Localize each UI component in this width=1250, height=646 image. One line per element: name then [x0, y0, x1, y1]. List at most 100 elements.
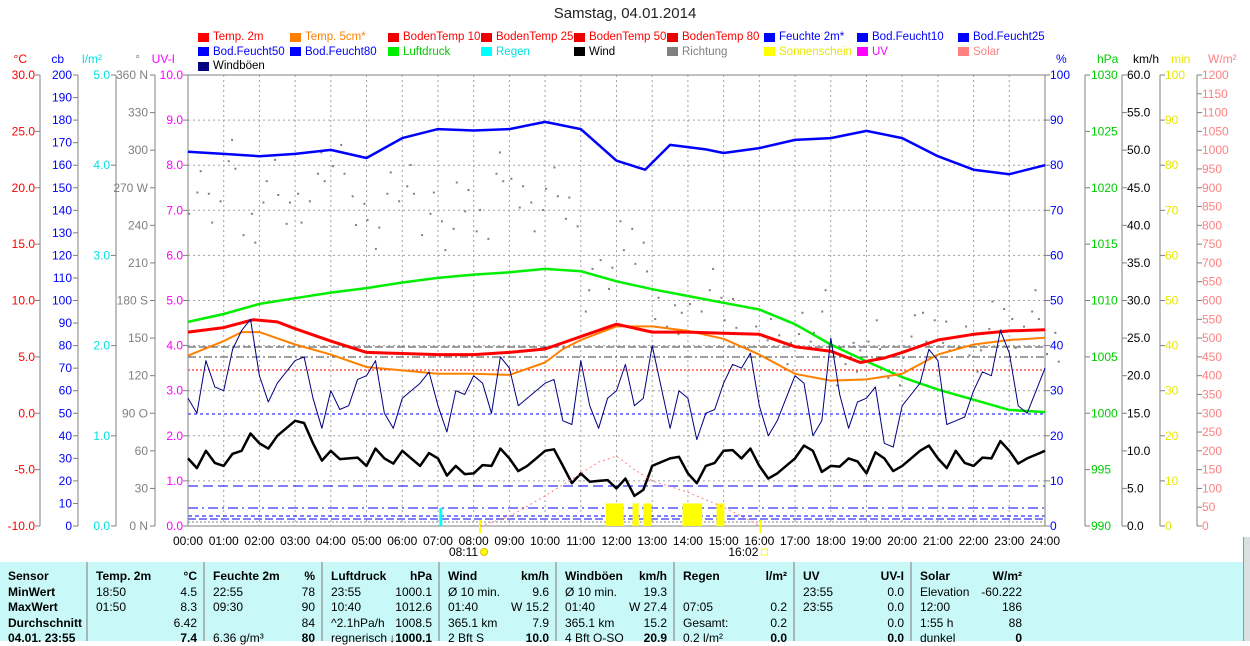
direction-dot — [588, 289, 591, 292]
direction-dot — [708, 289, 711, 292]
x-tick-label: 22:00 — [959, 534, 989, 548]
table-header: Sensor — [0, 569, 86, 584]
axis-label-C: 15.0 — [12, 237, 36, 251]
cell-label: Windböen — [565, 569, 623, 583]
axis-label-min: 0 — [1165, 519, 1172, 533]
direction-dot — [564, 217, 567, 220]
cell-label: ^2.1hPa/h — [331, 615, 385, 630]
cell-value: 7.4 — [180, 631, 197, 645]
axis-title-min: min — [1171, 52, 1190, 66]
direction-dot — [591, 267, 594, 270]
direction-dot — [409, 163, 412, 166]
direction-dot — [968, 354, 971, 357]
axis-label-pct: 50 — [1050, 294, 1064, 308]
legend-swatch — [857, 32, 868, 42]
cell-label: Wind — [448, 569, 478, 583]
table-header: Windböen km/h — [557, 569, 673, 584]
legend-item: BodenTemp 80 — [667, 31, 759, 43]
direction-dot — [933, 319, 936, 322]
table-row: Ø 10 min. 9.6 — [440, 585, 555, 600]
cell-label: Gesamt: — [683, 615, 729, 630]
axis-label-wm2: 200 — [1202, 444, 1222, 458]
axis-label-lm2: 2.0 — [93, 339, 110, 353]
direction-dot — [778, 334, 781, 337]
axis-label-wm2: 1150 — [1202, 87, 1228, 101]
direction-dot — [250, 212, 253, 215]
table-column: Regen l/m² 07:05 0.2 Gesamt: 0.2 0.2 l/m² 0.0 — [675, 562, 795, 645]
table-column: Feuchte 2m% 22:55 78 09:30 90 84 6.36 g/m³ 80 — [205, 562, 323, 645]
direction-dot — [265, 180, 268, 183]
cell-value: W 15.2 — [510, 600, 549, 614]
cell-label: 01:50 — [96, 600, 127, 614]
cell-label: UV — [803, 569, 820, 583]
axis-label-pct: 100 — [1050, 68, 1070, 82]
cell-value: 19.3 — [643, 584, 667, 599]
cell-value: 80 — [301, 631, 315, 645]
direction-dot — [498, 151, 501, 154]
cell-label: 09:30 — [213, 600, 244, 614]
direction-dot — [518, 206, 521, 209]
legend-swatch — [481, 32, 492, 42]
direction-dot — [533, 230, 536, 233]
axis-label-lm2: 3.0 — [93, 248, 110, 262]
table-column: Windböen km/h Ø 10 min. 19.3 01:40 W 27.4 365.… — [557, 562, 675, 645]
table-row: 0.0 — [795, 631, 910, 646]
cell-value: UV-I — [880, 569, 904, 583]
axis-label-wm2: 100 — [1202, 481, 1222, 495]
direction-dot — [723, 319, 726, 322]
legend-swatch — [764, 32, 775, 42]
cell-label: 365.1 km — [565, 615, 615, 630]
axis-label-min: 30 — [1165, 384, 1179, 398]
cell-label: 365.1 km — [448, 615, 498, 630]
legend-label: Luftdruck — [403, 45, 451, 58]
legend-swatch — [857, 47, 868, 56]
table-row: MaxWert — [0, 600, 86, 615]
table-row: 6.36 g/m³ 80 — [205, 631, 321, 646]
statistics-table: Sensor MinWert MaxWert Durchschnitt 04.01. 2… — [0, 562, 1243, 645]
direction-dot — [440, 220, 443, 223]
direction-dot — [712, 267, 715, 270]
sunshine-bar — [605, 503, 624, 526]
axis-label-wm2: 600 — [1202, 294, 1222, 308]
table-header: UV UV-I — [795, 569, 910, 584]
legend-swatch — [481, 47, 492, 56]
cell-value: 15.2 — [643, 615, 667, 630]
axis-label-wm2: 1100 — [1202, 106, 1228, 120]
cell-label: Temp. 2m — [96, 569, 152, 583]
direction-dot — [421, 234, 424, 237]
direction-dot — [852, 341, 855, 344]
axis-label-kmh: 30.0 — [1127, 294, 1151, 308]
axis-label-min: 50 — [1165, 294, 1179, 308]
legend-label: BodenTemp 50 — [589, 31, 667, 43]
direction-dot — [770, 318, 773, 321]
axis-label-uvi: 10.0 — [160, 68, 184, 82]
legend-swatch — [667, 32, 678, 42]
axis-label-wm2: 800 — [1202, 218, 1222, 232]
legend-label: Bod.Feucht10 — [872, 31, 944, 43]
cell-value: 1012.6 — [395, 600, 432, 614]
axis-label-lm2: 0.0 — [93, 519, 110, 533]
cell-label: 07:05 — [683, 600, 714, 614]
direction-dot — [323, 180, 326, 183]
direction-dot — [584, 310, 587, 313]
cell-value: W/m² — [992, 569, 1022, 583]
direction-dot — [1034, 289, 1037, 292]
direction-dot — [875, 319, 878, 322]
table-column: UV UV-I 23:55 0.0 23:55 0.0 0.0 0.0 — [795, 562, 912, 645]
axis-label-lm2: 1.0 — [93, 429, 110, 443]
direction-dot — [1054, 331, 1057, 334]
scrollbar[interactable] — [1243, 537, 1250, 641]
cell-label: Sensor — [8, 569, 49, 583]
cell-label: 18:50 — [96, 584, 127, 599]
axis-label-min: 60 — [1165, 248, 1179, 262]
cell-value: 0.0 — [887, 584, 904, 599]
table-header: Temp. 2m °C — [88, 569, 203, 584]
sunrise-time: 08:11 — [449, 545, 478, 559]
cell-value: hPa — [409, 569, 432, 583]
direction-dot — [599, 259, 602, 262]
cell-label: Regen — [683, 569, 720, 583]
axis-label-min: 100 — [1165, 68, 1185, 82]
direction-dot — [196, 191, 199, 194]
axis-label-wm2: 750 — [1202, 237, 1222, 251]
table-row: 07:05 0.2 — [675, 600, 793, 615]
